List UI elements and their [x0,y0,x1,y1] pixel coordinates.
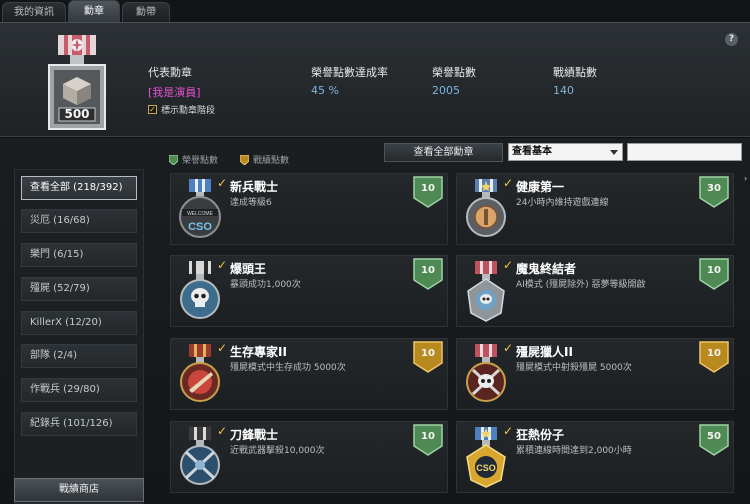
tab-my-info[interactable]: 我的資訊 [2,2,66,22]
medal-description: 近戰武器擊殺10,000次 [230,446,325,456]
completed-check-icon: ✓ [217,341,228,355]
medal-summary-panel: ? 500 代表勳章 [我是演員] ✓ 標示勳章階段 榮譽點數達成率 45 % … [0,22,750,137]
record-points-label: 戰績點數 [553,66,597,79]
record-shield-icon [240,154,250,165]
medal-filter-select[interactable]: 查看基本 [508,143,623,161]
medal-description: 累積連線時間達到2,000小時 [516,446,632,456]
medal-card[interactable]: ✓ 魔鬼終結者 AI模式 (殭屍除外) 惡夢等級開啟 10 [456,255,734,327]
completed-check-icon: ✓ [217,258,228,272]
medal-name: 爆頭王 [230,262,267,276]
medal-points: 10 [421,348,435,359]
medal-points: 10 [421,265,435,276]
medal-card[interactable]: ✓ 刀鋒戰士 近戰武器擊殺10,000次 10 [170,421,448,493]
legend-honor-label: 榮譽點數 [182,156,219,166]
show-stage-label: 標示勳章階段 [161,106,216,116]
category-sidebar: 查看全部 (218/392) 災厄 (16/68) 樂門 (6/15) 殭屍 (… [14,169,144,504]
completed-check-icon: ✓ [503,424,514,438]
medal-points: 30 [707,183,721,194]
category-record-soldier[interactable]: 紀錄兵 (101/126) [21,412,137,436]
completed-check-icon: ✓ [217,424,228,438]
help-icon[interactable]: ? [725,33,738,46]
representative-medal-section: 代表勳章 [我是演員] ✓ 標示勳章階段 [148,64,215,116]
medal-name: 刀鋒戰士 [230,428,279,442]
category-zombie[interactable]: 殭屍 (52/79) [21,277,137,301]
scroll-arrow-icon[interactable]: › [744,174,750,183]
category-squad[interactable]: 部隊 (2/4) [21,344,137,368]
medal-points: 10 [707,265,721,276]
medal-name: 健康第一 [516,180,565,194]
medal-points: 50 [707,431,721,442]
representative-label: 代表勳章 [148,66,192,79]
completion-label: 榮譽點數達成率 [311,66,388,79]
points-legend: 榮譽點數 戰績點數 [169,153,289,166]
medal-name: 魔鬼終結者 [516,262,577,276]
medal-list-area: 榮譽點數 戰績點數 查看全部勳章 查看基本 查看全部 (218/392) 災厄 … [0,138,750,504]
honor-points-value: 2005 [432,84,460,97]
svg-text:CSO: CSO [188,221,212,233]
record-points-section: 戰績點數 140 [553,64,597,97]
medal-name: 狂熱份子 [516,428,565,442]
tab-medals[interactable]: 勳章 [68,0,120,22]
medal-description: 殭屍模式中射殺殭屍 5000次 [516,363,632,373]
representative-value: [我是演員] [148,86,201,99]
search-input[interactable] [627,143,742,161]
completed-check-icon: ✓ [503,341,514,355]
medal-points: 10 [421,183,435,194]
medal-card[interactable]: ✓ 殭屍獵人II 殭屍模式中射殺殭屍 5000次 10 [456,338,734,410]
record-points-value: 140 [553,84,574,97]
chevron-down-icon [610,150,618,155]
checkbox-icon[interactable]: ✓ [148,105,157,114]
svg-text:WELCOME: WELCOME [187,211,214,217]
medal-card[interactable]: CSO ✓ 狂熱份子 累積連線時間達到2,000小時 50 [456,421,734,493]
medal-card[interactable]: WELCOME CSO ✓ 新兵戰士 達成等級6 10 [170,173,448,245]
category-calamity[interactable]: 災厄 (16/68) [21,209,137,233]
medal-card[interactable]: ✓ 生存專家II 殭屍模式中生存成功 5000次 10 [170,338,448,410]
completed-check-icon: ✓ [503,176,514,190]
medal-name: 生存專家II [230,345,287,359]
completion-section: 榮譽點數達成率 45 % [311,64,388,97]
medal-points: 10 [707,348,721,359]
medal-name: 新兵戰士 [230,180,279,194]
record-shop-button[interactable]: 戰績商店 [14,478,144,502]
legend-record-label: 戰績點數 [253,156,290,166]
completed-check-icon: ✓ [503,258,514,272]
honor-shield-icon [169,154,178,165]
legend-record: 戰績點數 [240,153,289,166]
medal-name: 殭屍獵人II [516,345,573,359]
honor-points-section: 榮譽點數 2005 [432,64,476,97]
medal-description: 殭屍模式中生存成功 5000次 [230,363,346,373]
medal-card[interactable]: ✓ 爆頭王 暴頭成功1,000次 10 [170,255,448,327]
medal-stage-number: 500 [64,107,90,121]
category-paradise[interactable]: 樂門 (6/15) [21,243,137,267]
honor-points-label: 榮譽點數 [432,66,476,79]
medal-points: 10 [421,431,435,442]
category-all[interactable]: 查看全部 (218/392) [21,176,137,200]
filter-selected-value: 查看基本 [512,146,552,157]
tab-ribbons[interactable]: 勳帶 [122,2,170,22]
medal-description: 達成等級6 [230,198,272,208]
show-stage-toggle[interactable]: ✓ 標示勳章階段 [148,103,215,116]
completed-check-icon: ✓ [217,176,228,190]
svg-text:CSO: CSO [476,463,496,473]
completion-value: 45 % [311,84,339,97]
medal-description: 暴頭成功1,000次 [230,280,301,290]
medal-card[interactable]: ✓ 健康第一 24小時內維持遊戲連線 30 [456,173,734,245]
medal-description: AI模式 (殭屍除外) 惡夢等級開啟 [516,280,646,290]
view-all-medals-button[interactable]: 查看全部勳章 [384,143,503,162]
legend-honor: 榮譽點數 [169,153,218,166]
tab-bar: 我的資訊 勳章 勳帶 [0,0,750,22]
medal-description: 24小時內維持遊戲連線 [516,198,609,208]
category-killerx[interactable]: KillerX (12/20) [21,311,137,335]
category-combat-soldier[interactable]: 作戰兵 (29/80) [21,378,137,402]
